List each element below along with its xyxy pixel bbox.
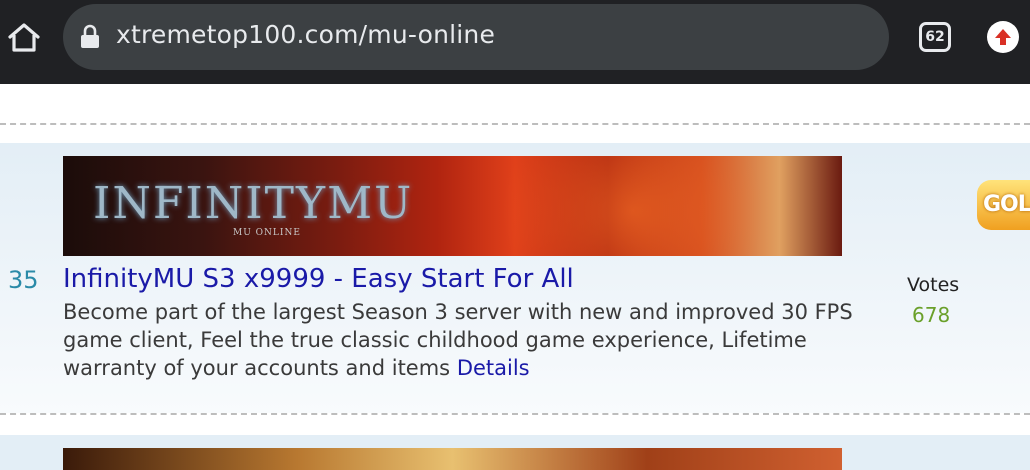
browser-toolbar: xtremetop100.com/mu-online 62: [0, 0, 1030, 84]
banner-art: [493, 156, 842, 256]
votes-label: Votes: [907, 274, 960, 296]
divider: [0, 123, 1030, 125]
server-title-link[interactable]: InfinityMU S3 x9999 - Easy Start For All: [63, 264, 574, 294]
details-link[interactable]: Details: [457, 356, 530, 380]
banner-subtitle: MU ONLINE: [233, 228, 301, 238]
side-advert[interactable]: GOL: [977, 180, 1030, 230]
side-advert-text: GOL: [983, 192, 1030, 217]
lock-icon: [79, 24, 101, 50]
rank-number: 35: [8, 266, 39, 294]
tab-count: 62: [925, 29, 945, 45]
address-bar[interactable]: xtremetop100.com/mu-online: [63, 4, 889, 70]
votes-count: 678: [912, 303, 951, 327]
home-icon[interactable]: [4, 18, 44, 58]
update-icon[interactable]: [987, 21, 1019, 53]
tabs-icon[interactable]: 62: [919, 22, 951, 52]
banner-logo: INFINITYMU: [93, 178, 414, 229]
next-server-banner[interactable]: [63, 448, 842, 470]
divider: [0, 413, 1030, 415]
url-text[interactable]: xtremetop100.com/mu-online: [116, 20, 495, 49]
server-banner[interactable]: INFINITYMU MU ONLINE: [63, 156, 842, 256]
server-description: Become part of the largest Season 3 serv…: [63, 298, 873, 382]
